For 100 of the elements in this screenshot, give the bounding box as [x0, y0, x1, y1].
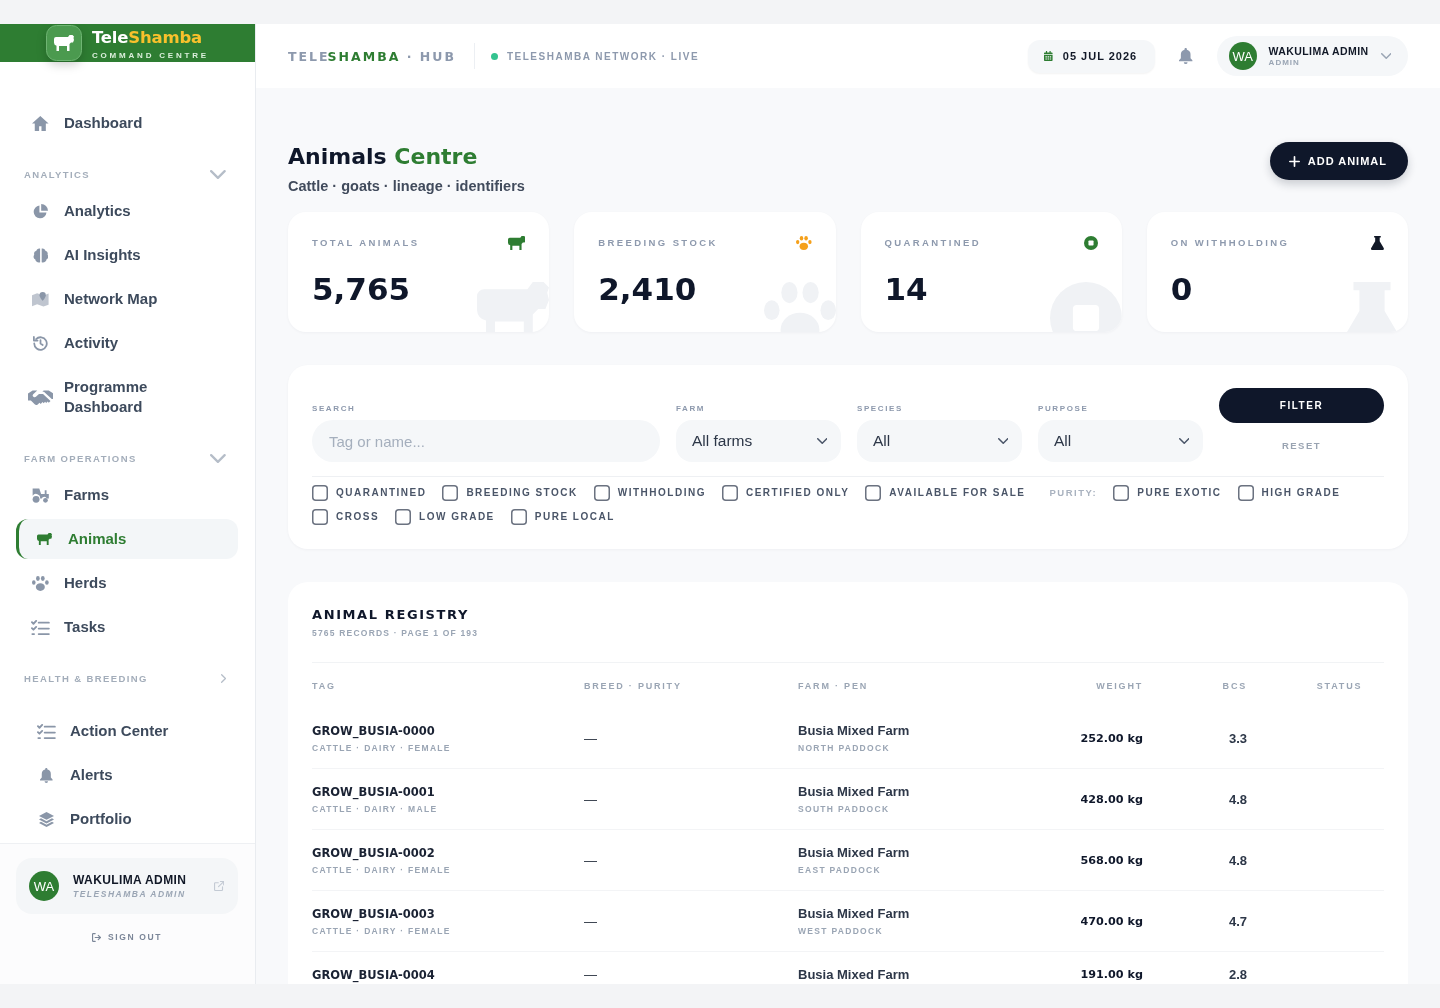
column-header: TAG [312, 680, 336, 691]
checklist-icon [37, 723, 56, 739]
checkbox-label: LOW GRADE [419, 510, 495, 524]
page-subtitle: Cattle · goats · lineage · identifiers [288, 177, 525, 196]
history-icon [33, 335, 48, 351]
checkbox-label: PURE EXOTIC [1137, 486, 1222, 500]
checkbox[interactable] [1237, 485, 1254, 501]
animal-tag: GROW_BUSIA-0004 [312, 967, 435, 983]
dropdown[interactable]: All farms [676, 420, 841, 462]
checkbox-label: HIGH GRADE [1261, 486, 1341, 500]
column-header: BCS [1222, 680, 1247, 691]
nav-item[interactable]: Tasks [16, 607, 238, 647]
nav-item[interactable]: Alerts [22, 755, 238, 795]
user-role: TELESHAMBA ADMIN [73, 888, 186, 900]
bell-icon [40, 767, 53, 783]
search-field[interactable]: Tag or name... [312, 420, 660, 462]
pen-name: EAST PADDOCK [798, 864, 881, 876]
plus-icon [1288, 155, 1300, 167]
nav-item[interactable]: Programme Dashboard [16, 367, 238, 427]
tractor-icon [31, 487, 50, 503]
sign-out-button[interactable]: SIGN OUT [92, 930, 162, 944]
bcs-value: 4.8 [1228, 852, 1247, 869]
handshake-icon [27, 389, 54, 405]
dropdown[interactable]: All [857, 420, 1022, 462]
animal-details: CATTLE · DAIRY · MALE [312, 803, 438, 815]
column-header: BREED · PURITY [584, 680, 682, 691]
column-header: FARM · PEN [798, 680, 868, 691]
checkbox-label: QUARANTINED [336, 486, 427, 500]
animal-details: CATTLE · DAIRY · FEMALE [312, 742, 451, 754]
checkbox-label: CERTIFIED ONLY [745, 486, 850, 500]
farm-name: Busia Mixed Farm [798, 723, 910, 739]
animal-details: CATTLE · DAIRY · FEMALE [312, 925, 451, 937]
animal-tag: GROW_BUSIA-0002 [312, 845, 435, 861]
user-name: WAKULIMA ADMIN [1268, 44, 1369, 58]
add-animal-button[interactable]: ADD ANIMAL [1269, 142, 1408, 180]
checkbox[interactable] [1113, 485, 1130, 501]
checkbox-label: WITHHOLDING [617, 486, 706, 500]
weight-value: 470.00 kg [1080, 913, 1143, 930]
nav-item[interactable]: Animals [16, 519, 238, 559]
weight-value: 191.00 kg [1080, 967, 1143, 983]
nav-item[interactable]: Activity [16, 323, 238, 363]
dropdown[interactable]: All [1038, 420, 1203, 462]
checkbox[interactable] [593, 485, 610, 501]
nav-item[interactable]: Action Center [22, 711, 238, 751]
stop-circle-icon [1083, 236, 1098, 250]
stat-value: 14 [884, 270, 928, 309]
checkbox[interactable] [395, 509, 412, 525]
bcs-value: 4.7 [1228, 913, 1247, 930]
nav-item[interactable]: Dashboard [16, 103, 238, 143]
layers-icon [39, 811, 54, 827]
checkbox[interactable] [312, 509, 328, 525]
animal-tag: GROW_BUSIA-0000 [312, 723, 435, 739]
stat-value: 2,410 [598, 270, 697, 309]
stat-value: 5,765 [312, 270, 411, 309]
farm-name: Busia Mixed Farm [798, 845, 910, 861]
checkbox-label: PURE LOCAL [534, 510, 615, 524]
avatar: WA [1228, 42, 1257, 70]
section-title: ANIMAL REGISTRY [312, 606, 469, 624]
checkbox[interactable] [312, 485, 328, 501]
nav-item[interactable]: Analytics [16, 191, 238, 231]
field-label: SPECIES [857, 404, 903, 414]
bcs-value: 2.8 [1228, 967, 1247, 983]
flask-icon [1371, 236, 1384, 250]
nav-item[interactable]: AI Insights [16, 235, 238, 275]
nav-item[interactable]: Farms [16, 475, 238, 515]
checkbox[interactable] [865, 485, 882, 501]
date-text: 05 JUL 2026 [1062, 50, 1138, 62]
column-header: WEIGHT [1096, 680, 1143, 691]
stat-label: ON WITHHOLDING [1170, 236, 1290, 250]
bell-icon[interactable] [1179, 48, 1193, 64]
chevron-down-icon [816, 438, 827, 444]
network-status: TELESHAMBA NETWORK · LIVE [506, 50, 700, 62]
sign-out-icon [92, 932, 102, 942]
paw-icon [795, 236, 812, 250]
checkbox[interactable] [442, 485, 459, 501]
checkbox[interactable] [510, 509, 527, 525]
nav-item[interactable]: Herds [16, 563, 238, 603]
bcs-value: 4.8 [1228, 791, 1247, 808]
cow-logo-icon[interactable] [46, 25, 82, 61]
checkbox[interactable] [721, 485, 738, 501]
chevron-down-icon [1178, 438, 1189, 444]
field-label: SEARCH [312, 404, 356, 414]
checklist-icon [31, 619, 50, 635]
filter-button[interactable]: FILTER [1219, 388, 1384, 423]
stat-label: BREEDING STOCK [598, 236, 718, 250]
nav-item[interactable]: Network Map [16, 279, 238, 319]
user-menu[interactable]: WA WAKULIMA ADMIN ADMIN [1216, 36, 1408, 76]
animal-tag: GROW_BUSIA-0001 [312, 784, 435, 800]
calendar-icon [1044, 51, 1053, 61]
filter-group-label: PURITY: [1049, 486, 1098, 500]
field-label: PURPOSE [1038, 404, 1089, 414]
pen-name: NORTH PADDOCK [798, 742, 890, 754]
nav-item[interactable]: Portfolio [22, 799, 238, 839]
weight-value: 568.00 kg [1080, 852, 1143, 869]
user-name: WAKULIMA ADMIN [73, 872, 187, 888]
chevron-down-icon [997, 438, 1008, 444]
brain-icon [32, 247, 49, 263]
cow-icon [37, 533, 52, 545]
stat-label: QUARANTINED [884, 236, 982, 250]
field-label: FARM [676, 404, 706, 414]
